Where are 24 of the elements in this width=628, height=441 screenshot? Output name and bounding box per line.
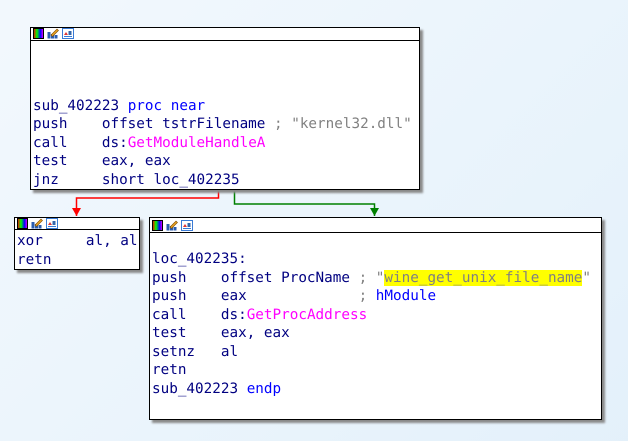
code-line: push offset ProcName ; "wine_get_unix_file_name" <box>152 268 591 287</box>
code-line: setnz al <box>152 342 238 361</box>
chart-pencil-icon[interactable] <box>47 28 59 40</box>
code-label: loc_402235: <box>152 250 247 268</box>
code-line: push eax ; hModule <box>152 287 436 306</box>
code-line: call ds:GetProcAddress <box>152 306 368 324</box>
code-line: test eax, eax <box>33 152 171 170</box>
chart-pencil-icon[interactable] <box>31 218 43 229</box>
palette-icon[interactable] <box>17 218 28 229</box>
code-label: sub_402223 proc near <box>33 96 206 115</box>
palette-icon[interactable] <box>152 220 163 230</box>
window-icon[interactable] <box>62 28 74 40</box>
chart-pencil-icon[interactable] <box>166 220 178 230</box>
code-line: retn <box>152 361 188 380</box>
code-line: call ds:GetModuleHandleA <box>33 134 266 152</box>
palette-icon[interactable] <box>33 28 44 40</box>
code-line: retn <box>17 250 52 269</box>
code-line: jnz short loc_402235 <box>33 170 240 189</box>
code-line: test eax, eax <box>152 324 290 342</box>
window-icon[interactable] <box>46 218 58 229</box>
window-icon[interactable] <box>181 220 193 230</box>
code-line: push offset tstrFilename ; "kernel32.dll" <box>33 115 412 134</box>
code-line: xor al, al <box>17 232 138 250</box>
code-label: sub_402223 endp <box>152 380 282 398</box>
